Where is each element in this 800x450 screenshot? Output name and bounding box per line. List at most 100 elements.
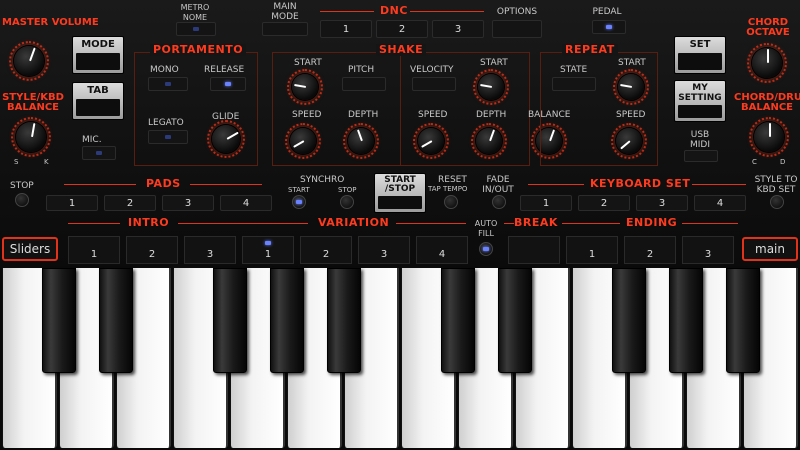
keyboard-set-1[interactable]: 1 [520,195,572,211]
glide-knob[interactable] [207,120,245,158]
balance-c-label: C [752,158,757,166]
pads-line-left [64,184,136,185]
start-stop-label: START /STOP [384,175,416,194]
pad-1[interactable]: 1 [46,195,98,211]
repeat-speed-knob[interactable] [611,123,647,159]
usb-midi-button[interactable] [684,150,718,162]
keyboard-set-3[interactable]: 3 [636,195,688,211]
black-key[interactable] [99,268,133,373]
shake2-depth-label: DEPTH [476,110,507,120]
velocity-button[interactable] [412,77,456,91]
legato-label: LEGATO [148,118,184,128]
metronome-button[interactable] [176,22,216,36]
repeat-start-label: START [618,58,646,68]
intro-3[interactable]: 3 [184,236,236,264]
main-button[interactable]: main [742,237,798,261]
shake-speed-knob[interactable] [285,123,321,159]
metronome-label: METRO NOME [180,3,210,22]
style-to-kbd-button[interactable] [770,195,784,209]
mono-button[interactable] [148,77,188,91]
stop-button[interactable] [15,193,29,207]
shake2-start-label: START [480,58,508,68]
pad-3[interactable]: 3 [162,195,214,211]
auto-fill-label: AUTO FILL [474,219,498,238]
variation-2[interactable]: 2 [300,236,352,264]
start-stop-button[interactable]: START /STOP [374,173,426,213]
ending-2[interactable]: 2 [624,236,676,264]
shake-title: SHAKE [376,44,427,56]
reset-tap-tempo-button[interactable] [444,195,458,209]
black-key[interactable] [441,268,475,373]
black-key[interactable] [327,268,361,373]
legato-button[interactable] [148,130,188,144]
synchro-stop-button[interactable] [340,195,354,209]
pad-4[interactable]: 4 [220,195,272,211]
master-volume-knob[interactable] [9,41,49,81]
variation-title: VARIATION [318,216,390,229]
velocity-label: VELOCITY [410,65,454,75]
pad-2[interactable]: 2 [104,195,156,211]
chord-drum-balance-label: CHORD/DRUM BALANCE [734,92,800,113]
variation-1[interactable]: 1 [242,236,294,264]
balance-d-label: D [780,158,786,166]
options-button[interactable] [492,20,542,38]
chord-drum-balance-knob[interactable] [749,117,789,157]
black-key[interactable] [669,268,703,373]
synchro-start-label: START [288,186,310,194]
shake-depth-knob[interactable] [343,123,379,159]
intro-2[interactable]: 2 [126,236,178,264]
auto-fill-button[interactable] [479,242,493,256]
black-key[interactable] [726,268,760,373]
shake-start-knob[interactable] [287,69,323,105]
mic-button[interactable] [82,146,116,160]
synchro-start-button[interactable] [292,195,306,209]
black-key[interactable] [42,268,76,373]
shake2-depth-knob[interactable] [471,123,507,159]
release-button[interactable] [210,77,246,91]
shake2-speed-knob[interactable] [413,123,449,159]
mono-led [165,82,171,86]
main-mode-label: MAIN MODE [271,2,299,22]
tab-button[interactable]: TAB [72,82,124,120]
variation-1-label: 1 [264,249,272,260]
black-key[interactable] [213,268,247,373]
sliders-button[interactable]: Sliders [2,237,58,261]
pitch-button[interactable] [342,77,386,91]
black-key[interactable] [612,268,646,373]
dnc-button-1[interactable]: 1 [320,20,372,38]
style-kbd-balance-knob[interactable] [11,117,51,157]
portamento-title: PORTAMENTO [150,44,247,56]
mode-button[interactable]: MODE [72,36,124,74]
break-button[interactable] [508,236,560,264]
shake2-start-knob[interactable] [473,69,509,105]
piano-keyboard [0,268,800,450]
repeat-start-knob[interactable] [613,69,649,105]
control-panel: MASTER VOLUME STYLE/KBD BALANCE S K MODE… [0,0,800,268]
keyboard-set-2[interactable]: 2 [578,195,630,211]
set-button[interactable]: SET [674,36,726,74]
my-setting-button[interactable]: MY SETTING [674,80,726,122]
variation-4[interactable]: 4 [416,236,468,264]
legato-led [165,135,171,139]
intro-1[interactable]: 1 [68,236,120,264]
ending-1[interactable]: 1 [566,236,618,264]
ending-line-right [682,223,738,224]
keyboard-set-4[interactable]: 4 [694,195,746,211]
break-line-right [562,223,620,224]
ending-3[interactable]: 3 [682,236,734,264]
fade-button[interactable] [492,195,506,209]
black-key[interactable] [270,268,304,373]
state-button[interactable] [552,77,596,91]
shake2-speed-label: SPEED [418,110,448,120]
ending-title: ENDING [626,216,678,229]
metronome-led [193,27,199,31]
options-label: OPTIONS [496,7,538,17]
chord-octave-knob[interactable] [747,43,787,83]
main-mode-button[interactable] [262,22,308,36]
variation-3[interactable]: 3 [358,236,410,264]
dnc-button-3[interactable]: 3 [432,20,484,38]
pedal-label: PEDAL [592,7,622,17]
pedal-button[interactable] [592,20,626,34]
black-key[interactable] [498,268,532,373]
dnc-button-2[interactable]: 2 [376,20,428,38]
